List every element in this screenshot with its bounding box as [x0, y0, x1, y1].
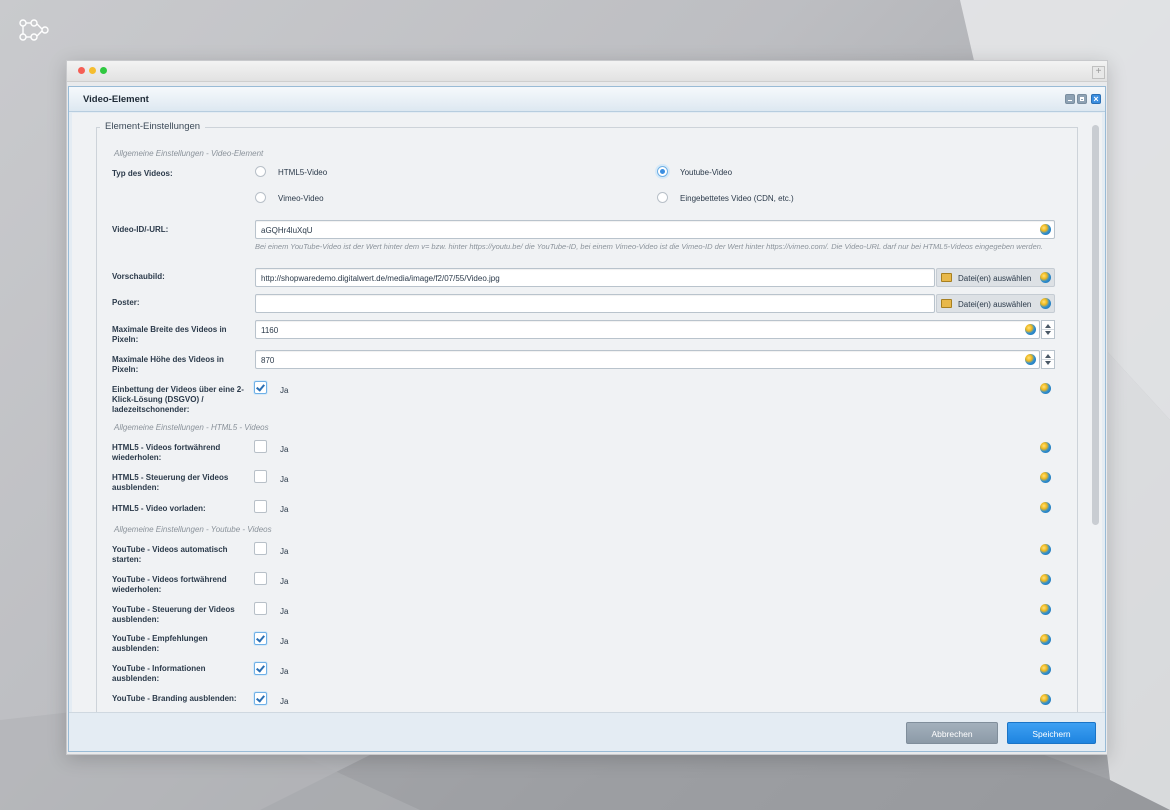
app-logo-icon	[19, 19, 49, 41]
radio-html5-label: HTML5-Video	[278, 168, 328, 177]
yt-loop-checkbox[interactable]	[254, 572, 267, 585]
gdpr-label: Einbettung der Videos über eine 2-Klick-…	[112, 385, 244, 414]
folder-icon	[941, 299, 952, 308]
yt-controls-ja: Ja	[280, 607, 289, 616]
yt-controls-label: YouTube - Steuerung der Videos ausblende…	[112, 605, 235, 624]
globe-icon[interactable]	[1040, 544, 1051, 555]
globe-icon[interactable]	[1040, 604, 1051, 615]
section-html5: Allgemeine Einstellungen - HTML5 - Video…	[114, 423, 269, 432]
window-titlebar: +	[67, 61, 1107, 82]
globe-icon[interactable]	[1040, 442, 1051, 453]
yt-controls-checkbox[interactable]	[254, 602, 267, 615]
poster-select-files-button[interactable]: Datei(en) auswählen	[936, 294, 1055, 313]
yt-autoplay-ja: Ja	[280, 547, 289, 556]
minimize-dialog-button[interactable]	[1065, 94, 1075, 104]
section-youtube: Allgemeine Einstellungen - Youtube - Vid…	[114, 525, 272, 534]
element-settings-fieldset	[96, 127, 1078, 713]
zoom-window-dot[interactable]	[100, 67, 107, 74]
globe-icon[interactable]	[1025, 324, 1036, 335]
max-width-value: 1160	[261, 326, 279, 335]
globe-icon[interactable]	[1040, 574, 1051, 585]
preview-image-input[interactable]: http://shopwaredemo.digitalwert.de/media…	[255, 268, 935, 287]
radio-youtube-video[interactable]	[657, 166, 668, 177]
preview-image-label: Vorschaubild:	[112, 272, 165, 281]
max-width-label: Maximale Breite des Videos in Pixeln:	[112, 325, 227, 344]
yt-info-ja: Ja	[280, 667, 289, 676]
html5-controls-checkbox[interactable]	[254, 470, 267, 483]
scrollbar-thumb[interactable]	[1092, 125, 1099, 525]
max-height-label: Maximale Höhe des Videos in Pixeln:	[112, 355, 224, 374]
globe-icon[interactable]	[1040, 272, 1051, 283]
globe-icon[interactable]	[1040, 664, 1051, 675]
folder-icon	[941, 273, 952, 282]
yt-loop-ja: Ja	[280, 577, 289, 586]
dialog-title: Video-Element	[83, 94, 149, 105]
preview-image-value: http://shopwaredemo.digitalwert.de/media…	[261, 274, 500, 283]
video-id-label: Video-ID/-URL:	[112, 225, 169, 234]
max-height-value: 870	[261, 356, 275, 365]
gdpr-ja: Ja	[280, 386, 289, 395]
max-height-input[interactable]: 870	[255, 350, 1040, 369]
gdpr-checkbox[interactable]	[254, 381, 267, 394]
yt-branding-checkbox[interactable]	[254, 692, 267, 705]
save-button[interactable]: Speichern	[1007, 722, 1096, 744]
poster-label: Poster:	[112, 298, 140, 307]
yt-recommend-checkbox[interactable]	[254, 632, 267, 645]
html5-loop-checkbox[interactable]	[254, 440, 267, 453]
yt-branding-label: YouTube - Branding ausblenden:	[112, 694, 237, 703]
globe-icon[interactable]	[1040, 298, 1051, 309]
minimize-window-dot[interactable]	[89, 67, 96, 74]
dialog-footer: Abbrechen Speichern	[69, 712, 1105, 751]
close-dialog-button[interactable]: ×	[1091, 94, 1101, 104]
close-window-dot[interactable]	[78, 67, 85, 74]
html5-preload-checkbox[interactable]	[254, 500, 267, 513]
yt-info-checkbox[interactable]	[254, 662, 267, 675]
html5-controls-label: HTML5 - Steuerung der Videos ausblenden:	[112, 473, 229, 492]
fieldset-legend: Element-Einstellungen	[100, 121, 206, 132]
radio-embedded-label: Eingebettetes Video (CDN, etc.)	[680, 194, 794, 203]
radio-vimeo-label: Vimeo-Video	[278, 194, 324, 203]
html5-controls-ja: Ja	[280, 475, 289, 484]
preview-select-files-button[interactable]: Datei(en) auswählen	[936, 268, 1055, 287]
globe-icon[interactable]	[1040, 634, 1051, 645]
globe-icon[interactable]	[1025, 354, 1036, 365]
poster-input[interactable]	[255, 294, 935, 313]
select-files-label: Datei(en) auswählen	[958, 274, 1032, 283]
plus-icon[interactable]: +	[1092, 66, 1105, 79]
globe-icon[interactable]	[1040, 502, 1051, 513]
video-id-value: aGQHr4luXqU	[261, 226, 313, 235]
globe-icon[interactable]	[1040, 472, 1051, 483]
video-type-label: Typ des Videos:	[112, 169, 173, 178]
video-id-input[interactable]: aGQHr4luXqU	[255, 220, 1055, 239]
radio-vimeo-video[interactable]	[255, 192, 266, 203]
radio-embedded-video[interactable]	[657, 192, 668, 203]
globe-icon[interactable]	[1040, 694, 1051, 705]
yt-autoplay-checkbox[interactable]	[254, 542, 267, 555]
max-width-stepper[interactable]	[1041, 320, 1055, 339]
yt-info-label: YouTube - Informationen ausblenden:	[112, 664, 206, 683]
html5-loop-ja: Ja	[280, 445, 289, 454]
cancel-button[interactable]: Abbrechen	[906, 722, 998, 744]
max-width-input[interactable]: 1160	[255, 320, 1040, 339]
section-general: Allgemeine Einstellungen - Video-Element	[114, 149, 264, 158]
video-element-dialog: Video-Element × Element-Einstellungen Al…	[68, 86, 1106, 752]
yt-branding-ja: Ja	[280, 697, 289, 706]
globe-icon[interactable]	[1040, 383, 1051, 394]
maximize-dialog-button[interactable]	[1077, 94, 1087, 104]
yt-loop-label: YouTube - Videos fortwährend wiederholen…	[112, 575, 227, 594]
dialog-header: Video-Element ×	[69, 87, 1105, 112]
video-id-hint: Bei einem YouTube-Video ist der Wert hin…	[255, 242, 1043, 251]
globe-icon[interactable]	[1040, 224, 1051, 235]
html5-loop-label: HTML5 - Videos fortwährend wiederholen:	[112, 443, 221, 462]
yt-recommend-ja: Ja	[280, 637, 289, 646]
yt-recommend-label: YouTube - Empfehlungen ausblenden:	[112, 634, 208, 653]
html5-preload-ja: Ja	[280, 505, 289, 514]
radio-youtube-label: Youtube-Video	[680, 168, 733, 177]
yt-autoplay-label: YouTube - Videos automatisch starten:	[112, 545, 228, 564]
html5-preload-label: HTML5 - Video vorladen:	[112, 504, 206, 513]
dialog-body: Element-Einstellungen Allgemeine Einstel…	[72, 113, 1102, 713]
select-files-label: Datei(en) auswählen	[958, 300, 1032, 309]
radio-html5-video[interactable]	[255, 166, 266, 177]
max-height-stepper[interactable]	[1041, 350, 1055, 369]
